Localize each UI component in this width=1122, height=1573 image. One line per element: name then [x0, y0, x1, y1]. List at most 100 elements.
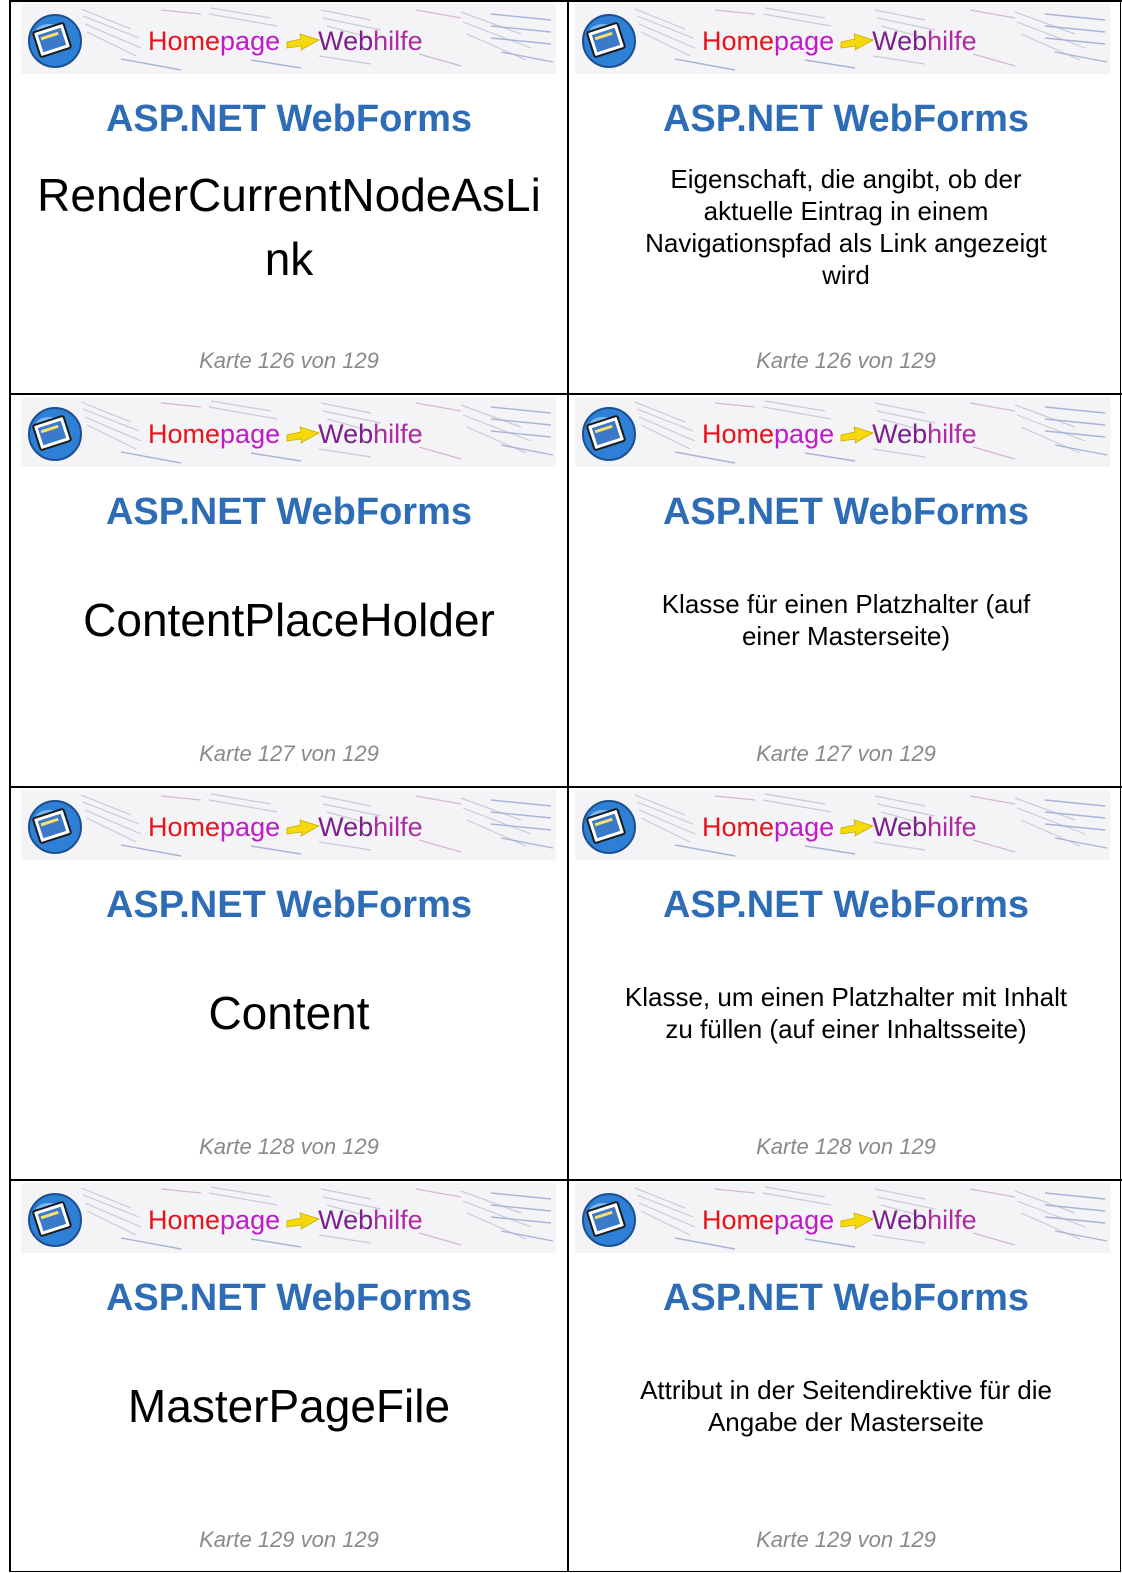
definition-line: Navigationspfad als Link angezeigt	[645, 228, 1047, 258]
brand-part-home: Home	[702, 26, 775, 56]
definition-text: Klasse, um einen Platzhalter mit Inhalt z…	[569, 981, 1122, 1045]
brand-part-hilfe: hilfe	[373, 1205, 423, 1235]
term-line: Content	[208, 987, 370, 1039]
brand-part-hilfe: hilfe	[373, 419, 423, 449]
banner: Homepage Webhilfe	[21, 1183, 556, 1253]
brand-part-hilfe: hilfe	[927, 26, 977, 56]
brand-part-hilfe: hilfe	[927, 1205, 977, 1235]
globe-laptop-logo-icon	[582, 800, 636, 854]
brand-part-hilfe: hilfe	[373, 812, 423, 842]
brand-part-page: page	[774, 812, 835, 842]
definition-line: Klasse für einen Platzhalter (auf	[661, 589, 1031, 619]
flashcard-back: Homepage Webhilfe ASP.NET WebForms Klasse …	[569, 393, 1122, 786]
definition-text: Attribut in der Seitendirektive für die A…	[569, 1374, 1122, 1438]
brand-part-page: page	[220, 1205, 281, 1235]
brand-part-web: Web	[318, 1205, 374, 1235]
brand-part-home: Home	[148, 419, 221, 449]
definition-line: aktuelle Eintrag in einem	[703, 196, 989, 226]
term-text: MasterPageFile	[11, 1374, 567, 1438]
brand-part-home: Home	[702, 812, 775, 842]
definition-text: Klasse für einen Platzhalter (auf einer M…	[569, 588, 1122, 652]
brand-part-web: Web	[872, 1205, 928, 1235]
course-title: ASP.NET WebForms	[662, 491, 1029, 533]
flashcard-grid: Homepage Webhilfe ASP.NET WebForms RenderC…	[9, 0, 1122, 1572]
globe-laptop-logo-icon	[582, 407, 636, 461]
globe-laptop-logo-icon	[582, 1193, 636, 1247]
term-line: RenderCurrentNodeAsLi	[37, 169, 541, 221]
brand-part-web: Web	[318, 26, 374, 56]
card-counter: Karte 127 von 129	[199, 741, 379, 766]
banner: Homepage Webhilfe	[21, 4, 556, 74]
card-counter: Karte 127 von 129	[756, 741, 936, 766]
course-title: ASP.NET WebForms	[105, 884, 472, 926]
yellow-arrow-icon	[286, 33, 320, 51]
banner: Homepage Webhilfe	[21, 790, 556, 860]
brand-part-home: Home	[148, 812, 221, 842]
flashcard-back: Homepage Webhilfe ASP.NET WebForms Eigensc…	[569, 0, 1122, 393]
brand-part-page: page	[220, 419, 281, 449]
banner: Homepage Webhilfe	[575, 1183, 1110, 1253]
globe-laptop-logo-icon	[582, 14, 636, 68]
flashcard-front: Homepage Webhilfe ASP.NET WebForms Content…	[11, 393, 569, 786]
flashcard-front: Homepage Webhilfe ASP.NET WebForms MasterP…	[11, 1179, 569, 1572]
definition-line: einer Masterseite)	[741, 621, 951, 651]
brand-part-hilfe: hilfe	[373, 26, 423, 56]
course-title: ASP.NET WebForms	[105, 491, 472, 533]
globe-laptop-logo-icon	[28, 800, 82, 854]
banner: Homepage Webhilfe	[21, 397, 556, 467]
brand-part-web: Web	[872, 26, 928, 56]
definition-line: wird	[822, 260, 870, 290]
yellow-arrow-icon	[840, 33, 874, 51]
definition-line: Eigenschaft, die angibt, ob der	[670, 164, 1022, 194]
brand-part-web: Web	[318, 419, 374, 449]
brand-part-web: Web	[872, 812, 928, 842]
globe-laptop-logo-icon	[28, 1193, 82, 1247]
definition-text: Eigenschaft, die angibt, ob der aktuelle …	[569, 163, 1122, 291]
course-title: ASP.NET WebForms	[105, 1277, 472, 1319]
banner: Homepage Webhilfe	[575, 790, 1110, 860]
term-line: ContentPlaceHolder	[83, 594, 495, 646]
card-counter: Karte 129 von 129	[756, 1527, 936, 1552]
course-title: ASP.NET WebForms	[662, 98, 1029, 140]
brand-part-page: page	[220, 812, 281, 842]
flashcard-front: Homepage Webhilfe ASP.NET WebForms RenderC…	[11, 0, 569, 393]
card-counter: Karte 129 von 129	[199, 1527, 379, 1552]
yellow-arrow-icon	[286, 819, 320, 837]
yellow-arrow-icon	[840, 819, 874, 837]
course-title: ASP.NET WebForms	[662, 1277, 1029, 1319]
flashcard-sheet: Homepage Webhilfe ASP.NET WebForms RenderC…	[0, 0, 1122, 1573]
flashcard-back: Homepage Webhilfe ASP.NET WebForms Attribu…	[569, 1179, 1122, 1572]
brand-part-home: Home	[702, 1205, 775, 1235]
card-counter: Karte 126 von 129	[199, 348, 379, 373]
card-counter: Karte 126 von 129	[756, 348, 936, 373]
brand-part-hilfe: hilfe	[927, 812, 977, 842]
banner: Homepage Webhilfe	[575, 4, 1110, 74]
flashcard-back: Homepage Webhilfe ASP.NET WebForms Klasse,…	[569, 786, 1122, 1179]
term-line: MasterPageFile	[127, 1380, 451, 1432]
globe-laptop-logo-icon	[28, 407, 82, 461]
yellow-arrow-icon	[840, 1212, 874, 1230]
brand-part-page: page	[774, 1205, 835, 1235]
flashcard-front: Homepage Webhilfe ASP.NET WebForms Content…	[11, 786, 569, 1179]
brand-part-page: page	[220, 26, 281, 56]
brand-part-hilfe: hilfe	[927, 419, 977, 449]
definition-line: Klasse, um einen Platzhalter mit Inhalt	[624, 982, 1068, 1012]
term-text: RenderCurrentNodeAsLi nk	[11, 163, 567, 291]
yellow-arrow-icon	[840, 426, 874, 444]
card-counter: Karte 128 von 129	[756, 1134, 936, 1159]
brand-part-web: Web	[872, 419, 928, 449]
globe-laptop-logo-icon	[28, 14, 82, 68]
definition-line: Attribut in der Seitendirektive für die	[640, 1375, 1052, 1405]
brand-part-web: Web	[318, 812, 374, 842]
banner: Homepage Webhilfe	[575, 397, 1110, 467]
card-counter: Karte 128 von 129	[199, 1134, 379, 1159]
brand-part-page: page	[774, 419, 835, 449]
yellow-arrow-icon	[286, 1212, 320, 1230]
brand-part-page: page	[774, 26, 835, 56]
brand-part-home: Home	[702, 419, 775, 449]
course-title: ASP.NET WebForms	[105, 98, 472, 140]
definition-line: Angabe der Masterseite	[707, 1407, 985, 1437]
term-text: ContentPlaceHolder	[11, 588, 567, 652]
yellow-arrow-icon	[286, 426, 320, 444]
course-title: ASP.NET WebForms	[662, 884, 1029, 926]
